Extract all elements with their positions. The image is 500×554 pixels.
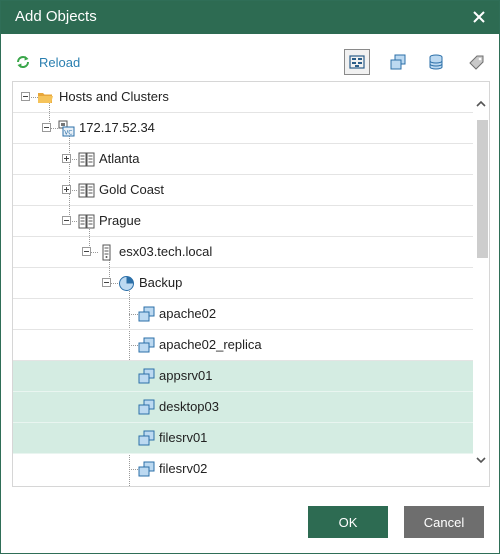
vm-icon xyxy=(138,368,155,385)
tree-node-label: Backup xyxy=(139,275,183,290)
folder-icon xyxy=(37,89,54,106)
vm-icon xyxy=(138,399,155,416)
vm-icon xyxy=(138,337,155,354)
tree-node-backup[interactable]: Backup xyxy=(13,268,474,299)
collapse-icon[interactable] xyxy=(62,216,71,225)
close-icon[interactable] xyxy=(467,5,491,29)
svg-text:VC: VC xyxy=(64,130,72,137)
tree-node-vm-selected[interactable]: desktop03 xyxy=(13,392,474,423)
tree-node-label: Prague xyxy=(99,213,141,228)
datacenter-icon xyxy=(78,213,95,230)
tree-node-label: apache02_replica xyxy=(159,337,262,352)
tree-node-label: filesrv01 xyxy=(159,430,208,445)
tree-node-vm-selected[interactable]: appsrv01 xyxy=(13,361,474,392)
host-icon xyxy=(98,244,115,261)
datacenter-icon xyxy=(78,151,95,168)
scroll-up-icon[interactable] xyxy=(475,98,487,110)
vms-and-templates-view-icon[interactable] xyxy=(385,49,411,75)
reload-button[interactable]: Reload xyxy=(15,52,80,72)
dialog-title: Add Objects xyxy=(15,8,97,25)
tree-node-vm[interactable]: filesrv02 xyxy=(13,454,474,485)
tags-view-icon[interactable] xyxy=(464,49,490,75)
collapse-icon[interactable] xyxy=(21,92,30,101)
scrollbar-thumb[interactable] xyxy=(477,120,488,258)
tree-node-atlanta[interactable]: Atlanta xyxy=(13,144,474,175)
tree-node-label: filesrv02 xyxy=(159,461,208,476)
tree-node-gold-coast[interactable]: Gold Coast xyxy=(13,175,474,206)
resource-pool-icon xyxy=(118,275,135,292)
vertical-scrollbar[interactable] xyxy=(473,82,489,486)
vcenter-icon: VC xyxy=(58,120,75,137)
tree-node-label: Hosts and Clusters xyxy=(59,89,169,104)
tree-node-label: appsrv01 xyxy=(159,368,213,383)
reload-label: Reload xyxy=(39,54,81,70)
reload-icon xyxy=(17,56,29,68)
datastores-view-icon[interactable] xyxy=(423,49,449,75)
tree-node-label: apache02 xyxy=(159,306,217,321)
vm-icon xyxy=(138,430,155,447)
hosts-and-clusters-view-icon[interactable] xyxy=(344,49,370,75)
expand-icon[interactable] xyxy=(62,185,71,194)
collapse-icon[interactable] xyxy=(82,247,91,256)
tree-node-vm[interactable]: apache02 xyxy=(13,299,474,330)
title-bar: Add Objects xyxy=(1,1,499,34)
tree-node-hosts-and-clusters[interactable]: Hosts and Clusters xyxy=(13,82,474,113)
toolbar: Reload xyxy=(1,46,499,78)
tree-node-label: Atlanta xyxy=(99,151,140,166)
tree-node-label: esx03.tech.local xyxy=(119,244,213,259)
tree-node-label: 172.17.52.34 xyxy=(79,120,155,135)
tree-node-prague[interactable]: Prague xyxy=(13,206,474,237)
tree-node-vm[interactable]: apache02_replica xyxy=(13,330,474,361)
vm-icon xyxy=(138,461,155,478)
datacenter-icon xyxy=(78,182,95,199)
tree-node-label: Gold Coast xyxy=(99,182,165,197)
tree-node-vcenter[interactable]: VC 172.17.52.34 xyxy=(13,113,474,144)
ok-button[interactable]: OK xyxy=(308,506,388,538)
tree-node-label: desktop03 xyxy=(159,399,219,414)
vm-icon xyxy=(138,306,155,323)
collapse-icon[interactable] xyxy=(102,278,111,287)
expand-icon[interactable] xyxy=(62,154,71,163)
object-tree[interactable]: Hosts and Clusters VC 172.17.52.34 Atlan… xyxy=(12,81,490,487)
add-objects-dialog: Add Objects Reload Hosts and Clusters VC… xyxy=(0,0,500,554)
collapse-icon[interactable] xyxy=(42,123,51,132)
scroll-down-icon[interactable] xyxy=(475,454,487,466)
cancel-button[interactable]: Cancel xyxy=(404,506,484,538)
tree-node-esx03[interactable]: esx03.tech.local xyxy=(13,237,474,268)
tree-node-vm-selected[interactable]: filesrv01 xyxy=(13,423,474,454)
